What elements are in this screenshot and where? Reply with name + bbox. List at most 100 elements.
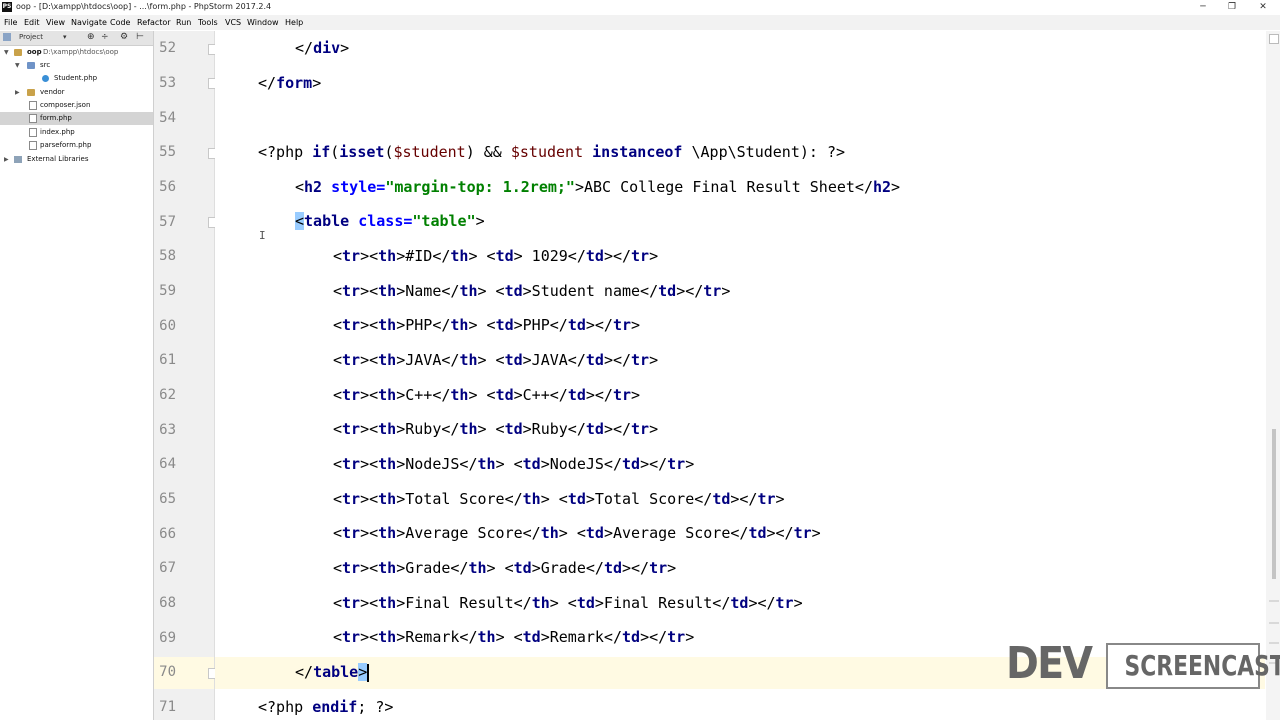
code-editor[interactable]: </div> </form> <?php if(isset($student) … xyxy=(215,31,1265,720)
line-number: 65 xyxy=(159,491,176,507)
menu-help[interactable]: Help xyxy=(285,18,303,27)
project-view-label[interactable]: Project xyxy=(19,33,43,41)
menu-bar: File Edit View Navigate Code Refactor Ru… xyxy=(0,15,1280,30)
tree-item-external-libraries[interactable]: ▶ External Libraries xyxy=(0,153,153,166)
tree-item-label: vendor xyxy=(40,88,65,96)
tree-item-index-php[interactable]: index.php xyxy=(0,126,153,139)
maximize-button[interactable]: ❐ xyxy=(1225,1,1239,13)
menu-refactor[interactable]: Refactor xyxy=(137,18,171,27)
tree-item-parseform-php[interactable]: parseform.php xyxy=(0,139,153,152)
menu-run[interactable]: Run xyxy=(176,18,191,27)
tree-item-oop[interactable]: ▼ oop D:\xampp\htdocs\oop xyxy=(0,46,153,59)
watermark-logo: DEV SCREENCAST xyxy=(1006,638,1280,689)
tree-item-label: oop xyxy=(27,48,42,56)
menu-window[interactable]: Window xyxy=(247,18,279,27)
gear-icon[interactable]: ⚙ xyxy=(120,32,128,42)
chevron-right-icon[interactable]: ▶ xyxy=(4,153,9,166)
line-number: 56 xyxy=(159,179,176,195)
line-number: 60 xyxy=(159,318,176,334)
code-line-71: <?php endif; ?> xyxy=(258,698,394,716)
text-cursor-icon: I xyxy=(259,229,266,242)
watermark-dev-text: DEV xyxy=(1006,638,1093,689)
line-number: 53 xyxy=(159,75,176,91)
project-panel-header: Project ▾ ⊕ ÷ ⚙ ⊢ xyxy=(0,31,153,46)
menu-edit[interactable]: Edit xyxy=(24,18,40,27)
scrollbar-thumb[interactable] xyxy=(1272,429,1276,579)
php-file-icon xyxy=(29,114,37,123)
folder-icon xyxy=(14,49,22,56)
tree-item-src[interactable]: ▼ src xyxy=(0,59,153,72)
close-button[interactable]: ✕ xyxy=(1256,1,1270,13)
code-line-69: <tr><th>Remark</th> <td>Remark</td></tr> xyxy=(333,628,695,646)
inspection-status-icon[interactable] xyxy=(1269,34,1279,44)
code-line-68: <tr><th>Final Result</th> <td>Final Resu… xyxy=(333,594,803,612)
line-number: 52 xyxy=(159,40,176,56)
folder-icon xyxy=(27,62,35,69)
line-number: 58 xyxy=(159,248,176,264)
window-title: oop - [D:\xampp\htdocs\oop] - ...\form.p… xyxy=(16,2,272,11)
tree-item-path: D:\xampp\htdocs\oop xyxy=(43,48,119,56)
line-number: 69 xyxy=(159,630,176,646)
tree-item-form-php[interactable]: form.php xyxy=(0,112,153,125)
watermark-screencast-text: SCREENCAST xyxy=(1124,649,1280,682)
code-line-56: <h2 style="margin-top: 1.2rem;">ABC Coll… xyxy=(295,178,901,196)
code-line-52: </div> xyxy=(295,39,350,57)
menu-code[interactable]: Code xyxy=(110,18,130,27)
line-number: 64 xyxy=(159,456,176,472)
locate-icon[interactable]: ⊕ xyxy=(87,32,95,42)
tree-item-label: form.php xyxy=(40,114,72,122)
code-line-53: </form> xyxy=(258,74,322,92)
code-line-70: </table> xyxy=(295,663,370,682)
code-line-59: <tr><th>Name</th> <td>Student name</td><… xyxy=(333,282,731,300)
tree-item-label: src xyxy=(40,61,51,69)
code-line-64: <tr><th>NodeJS</th> <td>NodeJS</td></tr> xyxy=(333,455,695,473)
folder-icon xyxy=(27,89,35,96)
chevron-down-icon[interactable]: ▾ xyxy=(63,33,67,41)
tree-item-label: index.php xyxy=(40,128,75,136)
code-line-55: <?php if(isset($student) && $student ins… xyxy=(258,143,846,161)
chevron-down-icon[interactable]: ▼ xyxy=(4,46,9,59)
collapse-icon[interactable]: ÷ xyxy=(101,32,109,42)
code-line-63: <tr><th>Ruby</th> <td>Ruby</td></tr> xyxy=(333,420,659,438)
tree-item-composer-json[interactable]: composer.json xyxy=(0,99,153,112)
json-file-icon xyxy=(29,101,37,110)
line-number: 70 xyxy=(159,664,176,680)
line-number: 62 xyxy=(159,387,176,403)
library-icon xyxy=(14,156,22,163)
line-number: 61 xyxy=(159,352,176,368)
menu-file[interactable]: File xyxy=(4,18,17,27)
menu-view[interactable]: View xyxy=(46,18,65,27)
title-bar: PS oop - [D:\xampp\htdocs\oop] - ...\for… xyxy=(0,0,1280,15)
scroll-marker xyxy=(1269,642,1279,644)
tree-item-label: External Libraries xyxy=(27,155,89,163)
hide-icon[interactable]: ⊢ xyxy=(136,32,144,42)
code-line-62: <tr><th>C++</th> <td>C++</td></tr> xyxy=(333,386,641,404)
menu-vcs[interactable]: VCS xyxy=(225,18,241,27)
code-line-58: <tr><th>#ID</th> <td> 1029</td></tr> xyxy=(333,247,659,265)
code-line-67: <tr><th>Grade</th> <td>Grade</td></tr> xyxy=(333,559,677,577)
menu-tools[interactable]: Tools xyxy=(198,18,218,27)
line-number: 66 xyxy=(159,526,176,542)
phpstorm-app-icon: PS xyxy=(2,2,12,12)
line-number: 67 xyxy=(159,560,176,576)
vertical-scrollbar[interactable] xyxy=(1266,31,1280,720)
menu-navigate[interactable]: Navigate xyxy=(71,18,107,27)
tree-item-label: composer.json xyxy=(40,101,91,109)
tree-item-vendor[interactable]: ▶ vendor xyxy=(0,86,153,99)
tree-item-label: parseform.php xyxy=(40,141,92,149)
code-line-60: <tr><th>PHP</th> <td>PHP</td></tr> xyxy=(333,316,641,334)
chevron-right-icon[interactable]: ▶ xyxy=(15,86,20,99)
watermark-screencast-box: SCREENCAST xyxy=(1106,643,1280,689)
tree-item-student-php[interactable]: Student.php xyxy=(0,72,153,85)
editor-gutter: 52 53 54 55 56 57 58 59 60 61 62 63 64 6… xyxy=(154,31,219,720)
line-number: 59 xyxy=(159,283,176,299)
project-view-icon xyxy=(3,33,11,41)
line-number: 54 xyxy=(159,110,176,126)
tree-item-label: Student.php xyxy=(54,74,98,82)
minimize-button[interactable]: ─ xyxy=(1196,1,1210,13)
chevron-down-icon[interactable]: ▼ xyxy=(15,59,20,72)
line-number: 55 xyxy=(159,144,176,160)
scroll-marker xyxy=(1269,622,1279,624)
line-number: 71 xyxy=(159,699,176,715)
line-number: 57 xyxy=(159,214,176,230)
